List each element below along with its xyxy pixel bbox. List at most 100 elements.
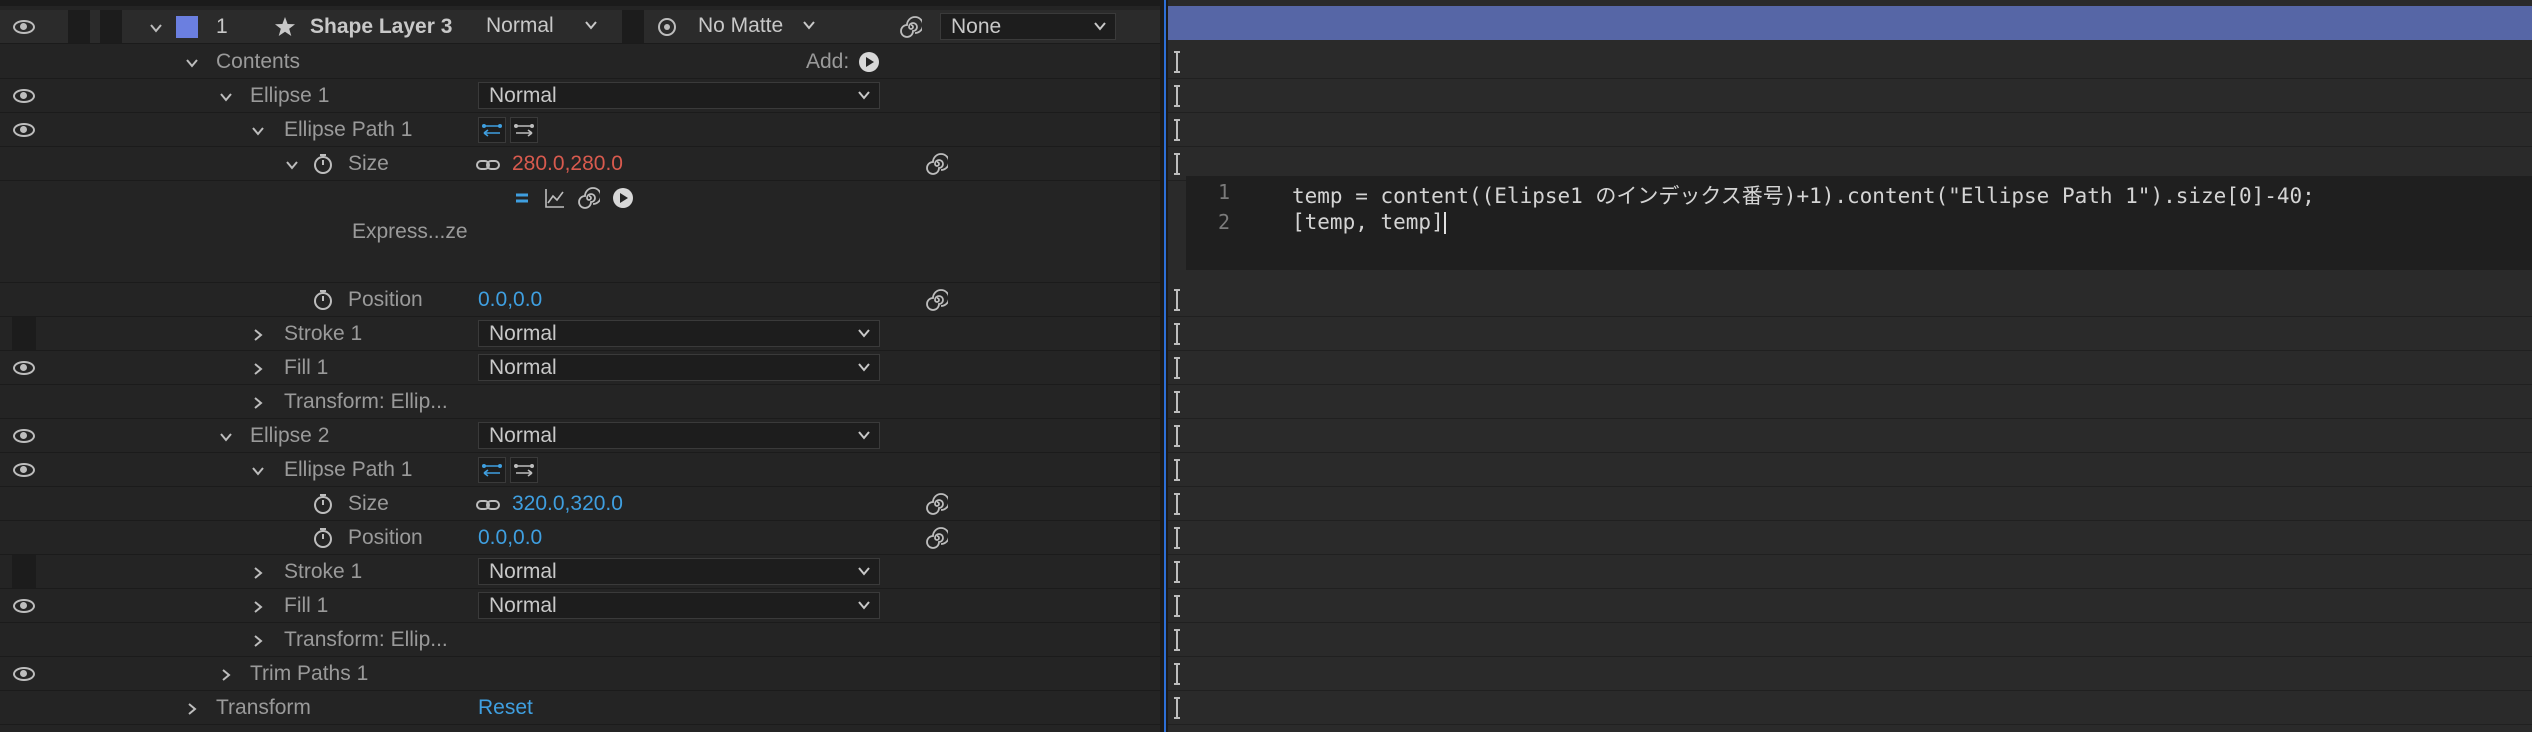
visibility-toggle[interactable] [8,113,40,146]
ellipse2-transform-row[interactable]: Transform: Ellip... [0,623,1160,657]
ellipse1-stroke-row[interactable]: Stroke 1 Normal [0,317,1160,351]
expression-label: Express...ze [352,220,468,243]
ellipse1-size-row[interactable]: Size 280.0,280.0 [0,147,1160,181]
position-value[interactable]: 0.0,0.0 [478,521,542,554]
layer-row[interactable]: 1 Shape Layer 3 Normal No Matte None [0,10,1160,44]
stroke-mode-value: Normal [489,322,557,345]
chevron-right-icon[interactable] [250,393,266,409]
visibility-toggle[interactable] [8,419,40,452]
stopwatch-icon[interactable] [312,153,334,175]
solo-toggle[interactable] [68,10,90,43]
chevron-right-icon[interactable] [250,359,266,375]
chevron-right-icon[interactable] [250,597,266,613]
visibility-toggle[interactable] [8,351,40,384]
trim-paths-row[interactable]: Trim Paths 1 [0,657,1160,691]
stopwatch-icon[interactable] [312,527,334,549]
visibility-toggle[interactable] [8,589,40,622]
expression-enable-toggle[interactable] [508,185,536,211]
fill-mode-select[interactable]: Normal [478,354,880,381]
spiral-icon[interactable] [926,289,950,311]
layer-mode-select[interactable]: Normal [476,13,606,40]
chevron-down-icon[interactable] [148,18,164,34]
ellipse1-row[interactable]: Ellipse 1 Normal [0,79,1160,113]
graph-toggle[interactable] [544,187,566,209]
parent-select[interactable]: None [940,13,1116,40]
ellipse2-path-row[interactable]: Ellipse Path 1 [0,453,1160,487]
chevron-right-icon[interactable] [218,665,234,681]
contents-row[interactable]: Contents Add: [0,45,1160,79]
ellipse2-size-row[interactable]: Size 320.0,320.0 [0,487,1160,521]
ellipse1-fill-row[interactable]: Fill 1 Normal [0,351,1160,385]
chevron-right-icon[interactable] [250,325,266,341]
visibility-toggle[interactable] [12,317,36,350]
ellipse2-row[interactable]: Ellipse 2 Normal [0,419,1160,453]
ellipse1-mode-value: Normal [489,84,557,107]
path-direction-reverse-button[interactable] [478,457,506,483]
chevron-right-icon[interactable] [184,699,200,715]
position-value[interactable]: 0.0,0.0 [478,283,542,316]
visibility-toggle[interactable] [8,453,40,486]
ibeam-icon [1174,561,1180,583]
pick-whip[interactable] [578,187,602,209]
ellipse2-path-label: Ellipse Path 1 [284,458,413,481]
chain-icon[interactable] [476,495,500,511]
path-direction-reverse-button[interactable] [478,117,506,143]
current-time-indicator[interactable] [1164,0,1166,732]
ellipse2-fill-row[interactable]: Fill 1 Normal [0,589,1160,623]
transform-row[interactable]: Transform Reset [0,691,1160,725]
stroke-mode-select[interactable]: Normal [478,320,880,347]
size-value[interactable]: 320.0,320.0 [512,487,623,520]
ellipse1-transform-row[interactable]: Transform: Ellip... [0,385,1160,419]
spiral-icon[interactable] [926,527,950,549]
ellipse1-path-row[interactable]: Ellipse Path 1 [0,113,1160,147]
expression-row: Express...ze [0,181,1160,283]
visibility-toggle[interactable] [12,555,36,588]
ibeam-icon [1174,85,1180,107]
stopwatch-icon[interactable] [312,493,334,515]
line-number-gutter: 1 2 [1186,176,1274,270]
spiral-icon[interactable] [926,153,950,175]
ellipse1-mode-select[interactable]: Normal [478,82,880,109]
code-line-1[interactable]: temp = content((Elipse1 のインデックス番号)+1).co… [1292,180,2315,210]
size-value-width[interactable]: 280.0 [512,152,565,175]
stroke-mode-select[interactable]: Normal [478,558,880,585]
visibility-toggle[interactable] [8,79,40,112]
ellipse1-position-row[interactable]: Position 0.0,0.0 [0,283,1160,317]
path-direction-forward-button[interactable] [510,457,538,483]
chevron-down-icon[interactable] [218,427,234,443]
visibility-toggle[interactable] [8,657,40,690]
arrow-left-icon [482,464,502,477]
chevron-down-icon[interactable] [218,87,234,103]
chain-icon[interactable] [476,155,500,171]
label-color-swatch[interactable] [176,16,198,38]
ellipse2-stroke-row[interactable]: Stroke 1 Normal [0,555,1160,589]
spiral-icon[interactable] [900,16,924,38]
chevron-right-icon[interactable] [250,631,266,647]
reset-link[interactable]: Reset [478,691,533,724]
layer-name[interactable]: Shape Layer 3 [310,10,452,43]
stopwatch-icon[interactable] [312,289,334,311]
path-direction-forward-button[interactable] [510,117,538,143]
size-value-height[interactable]: 280.0 [570,152,623,175]
chevron-down-icon[interactable] [250,121,266,137]
add-button[interactable] [858,51,880,73]
ellipse2-position-row[interactable]: Position 0.0,0.0 [0,521,1160,555]
chevron-down-icon[interactable] [184,53,200,69]
chevron-down-icon[interactable] [284,155,300,171]
layer-duration-bar[interactable] [1168,6,2532,40]
size-value[interactable]: 280.0,280.0 [512,147,623,180]
chevron-right-icon[interactable] [250,563,266,579]
fill-mode-select[interactable]: Normal [478,592,880,619]
track-matte-select[interactable]: No Matte [688,13,824,40]
lock-toggle[interactable] [100,10,122,43]
expression-editor[interactable]: 1 2 temp = content((Elipse1 のインデックス番号)+1… [1186,176,2532,270]
visibility-toggle[interactable] [8,10,40,43]
expression-language-menu[interactable] [612,187,634,209]
spiral-icon[interactable] [926,493,950,515]
preserve-transparency-toggle[interactable] [622,10,644,43]
add-label: Add: [806,50,850,73]
ellipse2-mode-select[interactable]: Normal [478,422,880,449]
code-line-2[interactable]: [temp, temp] [1292,210,1446,234]
chevron-down-icon[interactable] [250,461,266,477]
play-icon [613,188,633,208]
